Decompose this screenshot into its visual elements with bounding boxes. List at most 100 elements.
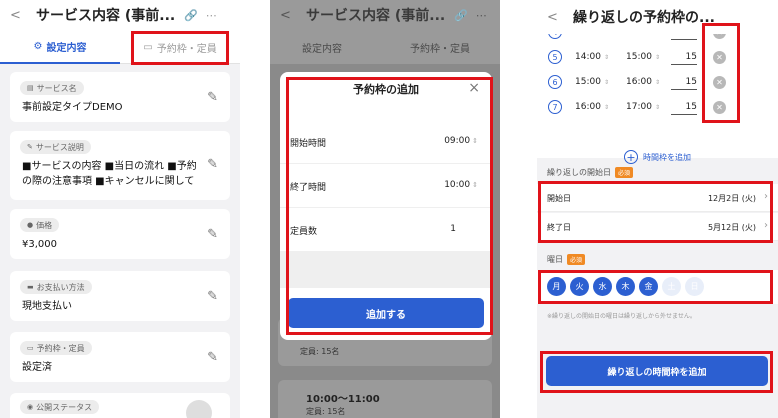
end-time-value[interactable]: 10:00 ⇕: [444, 180, 478, 190]
card-slots-capacity: ▭ 予約枠・定員 設定済 ✎: [10, 332, 230, 382]
modal-title: 予約枠の追加: [353, 83, 419, 96]
pen-icon: ✎: [27, 143, 33, 151]
end-date-label: 終了日: [547, 223, 571, 232]
card-value: ¥3,000: [22, 239, 57, 250]
more-icon[interactable]: ⋯: [476, 9, 487, 22]
pencil-icon[interactable]: ✎: [207, 289, 218, 304]
card-label: ✎ サービス説明: [20, 140, 91, 154]
repeat-start-label-text: 繰り返しの開始日: [547, 168, 611, 177]
end-time-text: 10:00: [444, 180, 471, 190]
weekday-label-text: 曜日: [547, 255, 563, 264]
page-title: サービス内容 (事前...: [36, 8, 176, 24]
end-date-value: 5月12日 (火): [707, 223, 756, 232]
start-time-row[interactable]: 開始時間 09:00 ⇕: [280, 120, 492, 163]
slot-end-time[interactable]: 16:00 ⇕: [626, 77, 660, 87]
required-badge: 必須: [615, 167, 634, 178]
link-icon[interactable]: 🔗: [184, 9, 198, 22]
spinner-icon: ⇕: [603, 54, 609, 61]
delete-icon[interactable]: ✕: [713, 101, 726, 114]
weekday-section-label: 曜日 必須: [547, 254, 586, 265]
card-label-text: お支払い方法: [36, 282, 85, 292]
back-icon[interactable]: <: [280, 8, 294, 23]
card-label-text: サービス名: [36, 83, 77, 93]
card-service-name: ▤ サービス名 事前設定タイプDEMO ✎: [10, 72, 230, 122]
tab-slots-label: 予約枠・定員: [156, 43, 217, 55]
slot-number: 6: [548, 75, 562, 89]
gear-icon: ⚙: [33, 40, 43, 52]
slot-start-time[interactable]: 15:00 ⇕: [575, 77, 609, 87]
back-icon[interactable]: <: [10, 8, 24, 23]
card-payment-method: ▬ お支払い方法 現地支払い ✎: [10, 271, 230, 321]
weekday-thu[interactable]: 木: [616, 277, 635, 296]
slot-start-time[interactable]: 16:00 ⇕: [575, 102, 609, 112]
weekday-sat[interactable]: 土: [662, 277, 681, 296]
card-label: ▬ お支払い方法: [20, 280, 92, 294]
start-date-value: 12月2日 (火): [707, 194, 756, 203]
tab-slots[interactable]: ▭ 予約枠・定員: [120, 30, 240, 64]
capacity-row[interactable]: 定員数 1: [280, 208, 492, 251]
slot-row: 6 15:00 ⇕ 16:00 ⇕ 15 ✕: [537, 70, 778, 95]
header: < 繰り返しの予約枠の...: [537, 0, 778, 34]
tab-details[interactable]: ⚙ 設定内容: [0, 30, 120, 64]
chevron-right-icon: ›: [764, 220, 768, 231]
slot-start-time[interactable]: 14:00 ⇕: [575, 52, 609, 62]
delete-icon[interactable]: ✕: [713, 51, 726, 64]
document-icon: ▤: [27, 84, 34, 92]
link-icon[interactable]: 🔗: [454, 9, 468, 22]
spinner-icon: ⇕: [472, 137, 478, 145]
header: < サービス内容 (事前... 🔗 ⋯: [0, 0, 240, 30]
delete-icon[interactable]: ✕: [713, 76, 726, 89]
start-date-label: 開始日: [547, 194, 571, 203]
card-price: ● 価格 ¥3,000 ✎: [10, 209, 230, 259]
slot-capacity-input[interactable]: 15: [671, 73, 697, 90]
slot-start-text: 16:00: [575, 102, 601, 112]
add-repeat-slots-button[interactable]: 繰り返しの時間枠を追加: [546, 356, 768, 386]
slot-start-text: 14:00: [575, 52, 601, 62]
weekday-tue[interactable]: 火: [570, 277, 589, 296]
weekday-wed[interactable]: 水: [593, 277, 612, 296]
chevron-right-icon: ›: [764, 191, 768, 202]
pencil-icon[interactable]: ✎: [207, 350, 218, 365]
slot-end-time[interactable]: 17:00 ⇕: [626, 102, 660, 112]
tab-bar-dimmed: 設定内容 予約枠・定員: [270, 30, 500, 64]
end-date-row[interactable]: 終了日 5月12日 (火) ›: [537, 213, 778, 241]
card-label: ◉ 公開ステータス: [20, 400, 100, 414]
service-details-screen: < サービス内容 (事前... 🔗 ⋯ ⚙ 設定内容 ▭ 予約枠・定員 ▤ サービ…: [0, 0, 240, 418]
capacity-label: 定員数: [290, 227, 318, 237]
weekday-note: ※繰り返しの開始日の曜日は繰り返しから外せません。: [547, 313, 696, 320]
tab-details[interactable]: 設定内容: [302, 40, 342, 55]
back-icon[interactable]: <: [547, 10, 561, 25]
more-icon[interactable]: ⋯: [206, 9, 217, 22]
modal-form: 開始時間 09:00 ⇕ 終了時間 10:00 ⇕ 定員数 1: [280, 120, 492, 288]
add-button[interactable]: 追加する: [288, 298, 484, 328]
slot-capacity-input[interactable]: 15: [671, 98, 697, 115]
slot-capacity: 定員: 15名: [306, 407, 346, 416]
weekday-selector: 月 火 水 木 金 土 日: [537, 270, 778, 304]
weekday-mon[interactable]: 月: [547, 277, 566, 296]
spinner-icon: ⇕: [654, 79, 660, 86]
spinner-icon: ⇕: [603, 104, 609, 111]
tab-slots[interactable]: 予約枠・定員: [410, 40, 470, 55]
end-time-row[interactable]: 終了時間 10:00 ⇕: [280, 164, 492, 207]
pencil-icon[interactable]: ✎: [207, 157, 218, 172]
pencil-icon[interactable]: ✎: [207, 90, 218, 105]
slot-end-text: 16:00: [626, 77, 652, 87]
calendar-icon: ▭: [143, 41, 153, 53]
credit-card-icon: ▬: [27, 283, 34, 291]
card-label-text: 価格: [36, 220, 53, 230]
card-label: ▤ サービス名: [20, 81, 84, 95]
slot-end-time[interactable]: 15:00 ⇕: [626, 52, 660, 62]
repeat-slots-screen: 4 13:00⇕ 14:00⇕ 15 ✕ 5 14:00⇕ 15:00⇕ 15 …: [537, 0, 778, 418]
start-time-value[interactable]: 09:00 ⇕: [444, 136, 478, 146]
spinner-icon: ⇕: [654, 104, 660, 111]
capacity-input[interactable]: 1: [450, 224, 456, 234]
weekday-fri[interactable]: 金: [639, 277, 658, 296]
start-date-row[interactable]: 開始日 12月2日 (火) ›: [537, 184, 778, 212]
coin-icon: ●: [27, 221, 34, 229]
weekday-sun[interactable]: 日: [685, 277, 704, 296]
close-icon[interactable]: ×: [468, 80, 480, 96]
end-time-label: 終了時間: [290, 183, 327, 193]
pencil-icon[interactable]: ✎: [207, 227, 218, 242]
slot-capacity-input[interactable]: 15: [671, 48, 697, 65]
slot-list: 4 13:00⇕ 14:00⇕ 15 ✕ 5 14:00⇕ 15:00⇕ 15 …: [537, 20, 778, 164]
